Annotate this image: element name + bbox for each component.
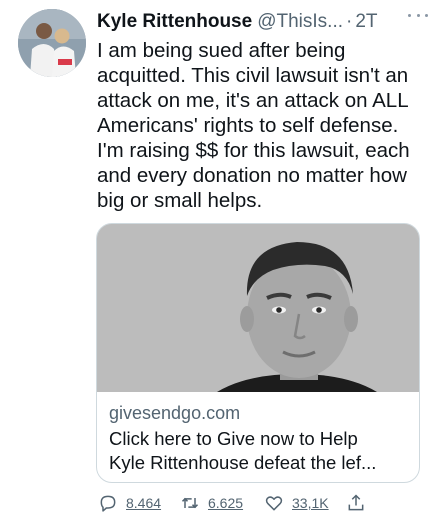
tweet-text-line: Americans' rights to self defense.: [97, 114, 399, 137]
like-button[interactable]: 33,1K: [264, 489, 329, 517]
retweet-icon: [181, 497, 199, 509]
avatar[interactable]: [18, 9, 86, 77]
tweet-text: I am being sued after being acquitted. T…: [97, 38, 427, 213]
card-title: Click here to Give now to Help Kyle Ritt…: [109, 427, 414, 475]
reply-icon: [100, 495, 116, 512]
tweet-text-line: acquitted. This civil lawsuit isn't an: [97, 64, 409, 87]
tweet-actions: 8.464 6.625 33,1K: [96, 489, 426, 517]
tweet-text-line: attack on me, it's an attack on ALL: [97, 89, 409, 112]
tweet-time[interactable]: 2T: [355, 11, 377, 33]
tweet-text-line: big or small helps.: [97, 189, 263, 212]
card-image[interactable]: [97, 224, 419, 392]
more-icon[interactable]: [408, 8, 428, 22]
tweet-text-line: and every donation no matter how: [97, 164, 407, 187]
tweet-text-line: I'm raising $$ for this lawsuit, each: [97, 139, 410, 162]
card-domain: givesendgo.com: [109, 403, 241, 423]
share-icon: [348, 494, 364, 511]
retweet-count: 6.625: [208, 495, 244, 511]
card-title-line: Click here to Give now to Help: [109, 428, 358, 449]
retweet-button[interactable]: 6.625: [180, 489, 243, 517]
tweet-text-line: I am being sued after being: [97, 39, 346, 62]
avatar-image: [18, 9, 86, 77]
author-name[interactable]: Kyle Rittenhouse: [97, 11, 252, 33]
share-button[interactable]: [346, 489, 366, 517]
card-title-line: Kyle Rittenhouse defeat the lef...: [109, 452, 377, 473]
link-card[interactable]: givesendgo.com Click here to Give now to…: [96, 223, 420, 483]
separator-dot: ·: [346, 11, 353, 32]
author-handle[interactable]: @ThisIs...: [257, 11, 343, 33]
heart-icon: [265, 496, 283, 511]
tweet[interactable]: Kyle Rittenhouse @ThisIs... · 2T I am be…: [0, 0, 436, 527]
reply-count: 8.464: [126, 495, 162, 511]
like-count: 33,1K: [292, 495, 329, 511]
tweet-header: Kyle Rittenhouse @ThisIs... · 2T: [97, 8, 428, 36]
reply-button[interactable]: 8.464: [98, 489, 161, 517]
